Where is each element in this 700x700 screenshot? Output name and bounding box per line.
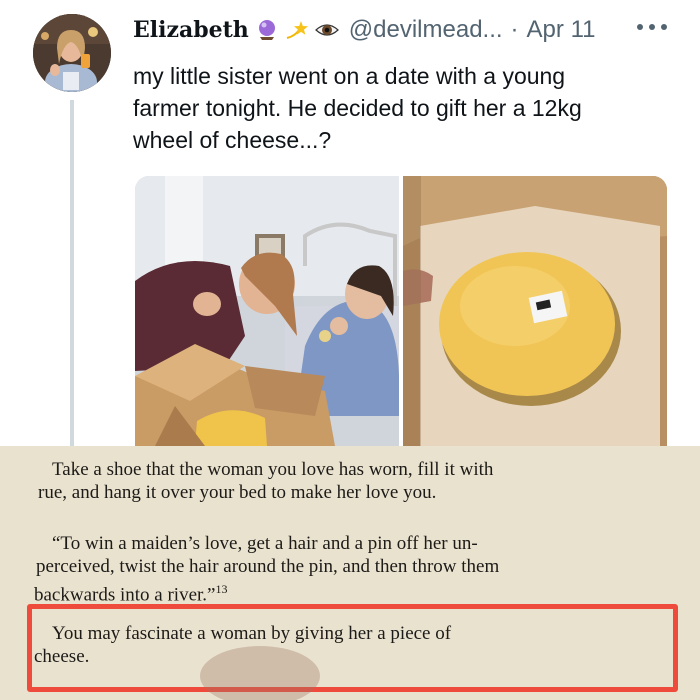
tweet-text-line: farmer tonight. He decided to gift her a…	[133, 95, 582, 121]
thumb-shadow	[200, 646, 320, 700]
book-page-photo: Take a shoe that the woman you love has …	[0, 446, 700, 700]
avatar[interactable]	[33, 14, 111, 92]
separator-dot: ·	[510, 16, 519, 43]
display-name[interactable]: Elizabeth	[133, 17, 249, 43]
tweet-date[interactable]: Apr 11	[527, 16, 596, 44]
book-line: Take a shoe that the woman you love has …	[52, 459, 494, 480]
tweet-text: my little sister went on a date with a y…	[133, 60, 653, 156]
book-line-text: backwards into a river.”	[34, 584, 216, 606]
book-paragraph-shoe: Take a shoe that the woman you love has …	[38, 458, 494, 504]
book-line: backwards into a river.”13	[34, 578, 499, 606]
highlight-box	[27, 604, 678, 692]
book-line: perceived, twist the hair around the pin…	[36, 556, 500, 577]
tweet: Elizabeth @devilmead... · Apr 11 my litt…	[0, 0, 700, 446]
tweet-text-line: my little sister went on a date with a y…	[133, 63, 566, 89]
book-line: “To win a maiden’s love, get a hair and …	[52, 533, 478, 554]
tweet-media	[135, 176, 667, 446]
avatar-photo	[33, 14, 111, 92]
footnote-marker: 13	[215, 582, 228, 596]
photo-cheese-wheel-in-box[interactable]	[403, 176, 667, 446]
photo-girls-with-cheese-box[interactable]	[135, 176, 399, 446]
eye-icon	[314, 18, 339, 42]
thread-line	[70, 100, 74, 446]
tweet-text-line: wheel of cheese...?	[133, 127, 332, 153]
book-line: rue, and hang it over your bed to make h…	[38, 482, 437, 503]
book-paragraph-hair: “To win a maiden’s love, get a hair and …	[34, 532, 499, 606]
more-options-icon[interactable]	[637, 22, 667, 32]
user-handle[interactable]: @devilmead...	[349, 16, 503, 44]
tweet-header: Elizabeth @devilmead... · Apr 11	[133, 12, 595, 48]
crystal-ball-icon	[255, 18, 279, 42]
shooting-star-icon	[285, 18, 309, 42]
